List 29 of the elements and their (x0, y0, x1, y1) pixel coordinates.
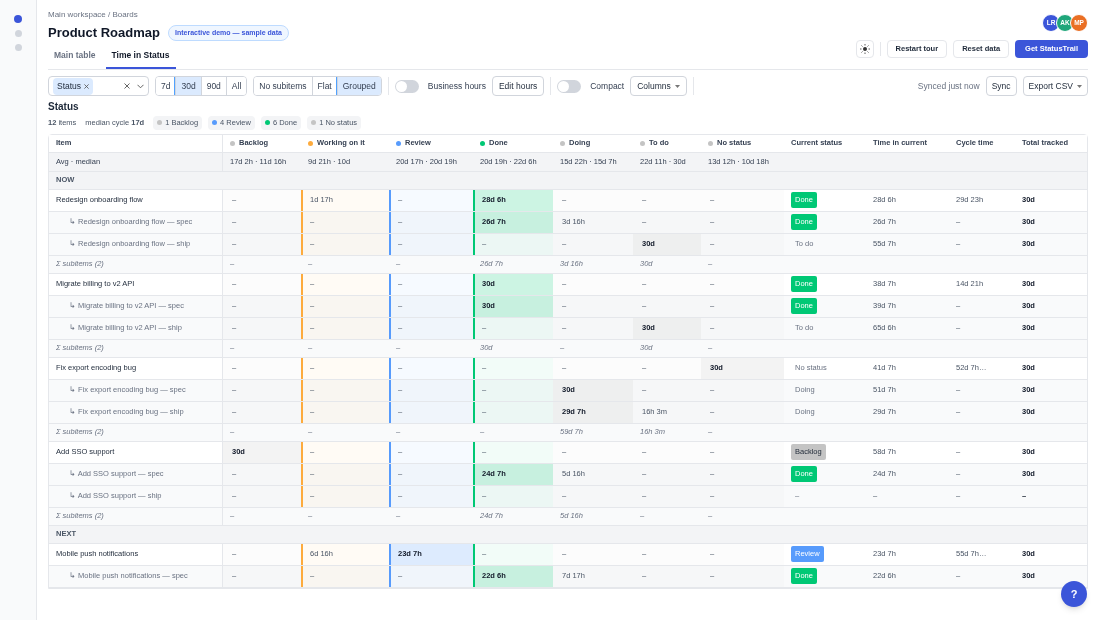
theme-toggle-button[interactable] (855, 40, 874, 58)
status-filter-chip[interactable]: Status (53, 77, 94, 95)
chevron-down-icon[interactable] (137, 83, 144, 89)
columns-dropdown[interactable]: Columns (630, 76, 687, 97)
breadcrumb: Main workspace / Boards (48, 9, 139, 21)
toggle-label: Business hours (427, 79, 486, 93)
page-title: Product Roadmap (48, 24, 160, 42)
status-filter-field[interactable]: Status (48, 76, 149, 97)
sync-status-text: Synced just now (917, 79, 980, 93)
sidebar-nav-dot[interactable] (14, 30, 22, 37)
toggle-switch[interactable] (557, 79, 582, 93)
segment-button[interactable]: 30d (175, 77, 201, 96)
segment-button[interactable]: Grouped (336, 77, 381, 96)
help-button[interactable]: ? (1061, 581, 1087, 607)
export-csv-dropdown[interactable]: Export CSV (1022, 76, 1088, 97)
caret-icon (674, 84, 680, 88)
tab[interactable]: Main table (48, 48, 102, 70)
toggle-switch[interactable] (394, 79, 419, 93)
clear-icon[interactable] (124, 83, 130, 90)
segment-button[interactable]: All (225, 77, 247, 96)
edit-hours-button[interactable]: Edit hours (491, 76, 545, 97)
toggle-label: Compact (590, 79, 625, 93)
sidebar-nav-dot[interactable] (14, 44, 22, 51)
tab[interactable]: Time in Status (105, 48, 176, 70)
remove-icon[interactable] (84, 83, 90, 89)
sun-icon (859, 44, 870, 54)
sync-button[interactable]: Sync (985, 76, 1017, 97)
section-heading: Status (48, 100, 80, 115)
caret-icon (1077, 84, 1082, 88)
